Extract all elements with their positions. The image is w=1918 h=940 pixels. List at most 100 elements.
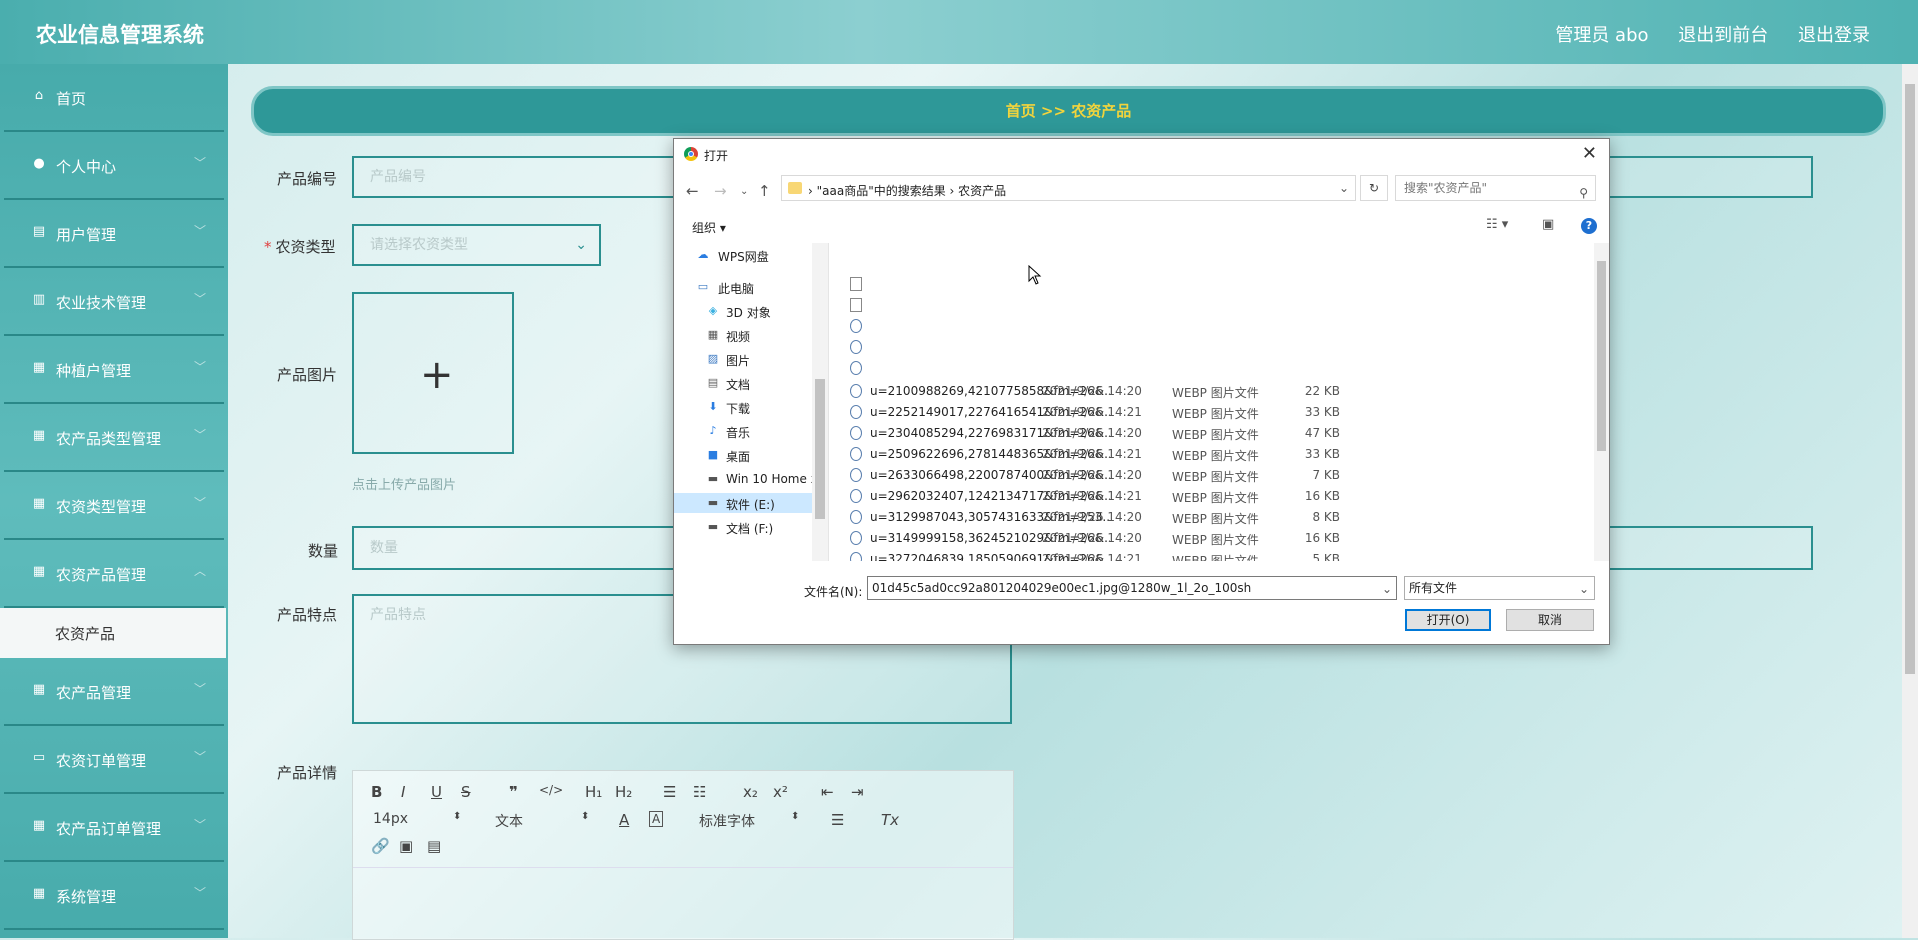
video-icon[interactable]: ▤ bbox=[427, 837, 441, 855]
outdent-icon[interactable]: ⇤ bbox=[821, 783, 834, 801]
file-icon[interactable] bbox=[850, 277, 862, 291]
filename-input[interactable]: 01d45c5ad0cc92a801204029e00ec1.jpg@1280w… bbox=[867, 576, 1397, 600]
underline-icon[interactable]: U bbox=[431, 783, 442, 801]
tree-item-pictures[interactable]: ▨ 图片 bbox=[674, 349, 812, 369]
file-row[interactable]: u=2100988269,4210775858&fm=26&... 2021/9/… bbox=[830, 381, 1594, 401]
search-input[interactable]: 搜索"农资产品" ⚲ bbox=[1395, 175, 1596, 201]
strike-icon[interactable]: S bbox=[461, 783, 471, 801]
image-file-icon[interactable] bbox=[850, 361, 862, 375]
link-icon[interactable]: 🔗 bbox=[371, 837, 390, 855]
filetype-select[interactable]: 所有文件 ⌄ bbox=[1404, 576, 1595, 600]
image-icon[interactable]: ▣ bbox=[399, 837, 413, 855]
italic-icon[interactable]: I bbox=[401, 783, 405, 801]
tree-item-win10[interactable]: ▬ Win 10 Home x bbox=[674, 469, 818, 489]
files-scrollbar[interactable] bbox=[1594, 243, 1609, 561]
heading1-icon[interactable]: H₁ bbox=[585, 783, 602, 801]
document-icon: ▤ bbox=[32, 224, 46, 239]
heading2-icon[interactable]: H₂ bbox=[615, 783, 632, 801]
tree-item-documents[interactable]: ▤ 文档 bbox=[674, 373, 812, 393]
scrollbar-thumb[interactable] bbox=[1905, 84, 1915, 674]
sidebar-item-home[interactable]: ⌂ 首页 bbox=[4, 64, 224, 132]
sidebar-item-product-orders[interactable]: ▦ 农产品订单管理 ﹀ bbox=[4, 794, 224, 862]
sidebar-item-growers[interactable]: ▦ 种植户管理 ﹀ bbox=[4, 336, 224, 404]
rich-text-editor[interactable]: B I U S ❞ </> H₁ H₂ ☰ ☷ x₂ x² ⇤ ⇥ 14px ⬍… bbox=[352, 770, 1014, 940]
chevron-down-icon[interactable]: ⌄ bbox=[1339, 181, 1349, 195]
tree-scrollbar[interactable] bbox=[812, 243, 828, 561]
sidebar-item-supply-orders[interactable]: ▭ 农资订单管理 ﹀ bbox=[4, 726, 224, 794]
view-options-icon[interactable]: ☷ ▾ bbox=[1486, 217, 1508, 232]
font-family-select[interactable]: 标准字体 bbox=[699, 811, 755, 831]
font-color-icon[interactable]: A bbox=[619, 811, 629, 829]
sidebar-item-label: 农资类型管理 bbox=[56, 498, 147, 516]
chevron-down-icon[interactable]: ⌄ bbox=[1382, 578, 1392, 600]
top-nav: 管理员 abo 退出到前台 退出登录 bbox=[1531, 21, 1870, 47]
help-icon[interactable]: ? bbox=[1581, 218, 1597, 234]
tree-item-drive-f[interactable]: ▬ 文档 (F:) bbox=[674, 517, 812, 537]
sidebar-item-profile[interactable]: ● 个人中心 ﹀ bbox=[4, 132, 224, 200]
tree-item-wps[interactable]: ☁ WPS网盘 bbox=[674, 245, 812, 265]
dialog-titlebar: 打开 ✕ bbox=[674, 139, 1609, 169]
image-uploader[interactable]: + bbox=[352, 292, 514, 454]
quote-icon[interactable]: ❞ bbox=[509, 783, 518, 801]
file-row[interactable]: u=2252149017,2276416541&fm=26&... 2021/9/… bbox=[830, 402, 1594, 422]
bullet-list-icon[interactable]: ☷ bbox=[693, 783, 706, 801]
up-arrow-icon[interactable]: ↑ bbox=[758, 182, 771, 200]
sidebar-subitem-label: 农资产品 bbox=[55, 625, 116, 643]
close-icon[interactable]: ✕ bbox=[1582, 143, 1597, 164]
file-icon[interactable] bbox=[850, 298, 862, 312]
logout-link[interactable]: 退出登录 bbox=[1798, 25, 1870, 46]
page-scrollbar[interactable] bbox=[1902, 64, 1918, 938]
sidebar-item-product-types[interactable]: ▦ 农产品类型管理 ﹀ bbox=[4, 404, 224, 472]
tree-item-this-pc[interactable]: ▭ 此电脑 bbox=[674, 277, 812, 297]
image-file-icon[interactable] bbox=[850, 340, 862, 354]
chevron-updown-icon: ⬍ bbox=[791, 811, 800, 822]
file-row[interactable]: u=3272046839,1850590691&fm=26&... 2021/9/… bbox=[830, 549, 1594, 561]
organize-menu[interactable]: 组织 ▾ bbox=[692, 219, 726, 236]
file-row[interactable]: u=2304085294,2276983171&fm=26&... 2021/9/… bbox=[830, 423, 1594, 443]
file-row[interactable]: u=2633066498,2200787400&fm=26&... 2021/9/… bbox=[830, 465, 1594, 485]
tree-item-3d[interactable]: ◈ 3D 对象 bbox=[674, 301, 812, 321]
sidebar-item-supply-products[interactable]: ▦ 农资产品管理 ︿ bbox=[4, 540, 224, 608]
indent-icon[interactable]: ⇥ bbox=[851, 783, 864, 801]
sidebar-item-agri-tech[interactable]: ▥ 农业技术管理 ﹀ bbox=[4, 268, 224, 336]
scrollbar-thumb[interactable] bbox=[1597, 261, 1606, 451]
scrollbar-thumb[interactable] bbox=[815, 379, 825, 519]
clear-format-icon[interactable]: Tx bbox=[881, 811, 899, 829]
cancel-button[interactable]: 取消 bbox=[1506, 609, 1594, 631]
sidebar-item-agri-products[interactable]: ▦ 农产品管理 ﹀ bbox=[4, 658, 224, 726]
sidebar-item-supply-types[interactable]: ▦ 农资类型管理 ﹀ bbox=[4, 472, 224, 540]
sidebar-item-system[interactable]: ▦ 系统管理 ﹀ bbox=[4, 862, 224, 930]
tree-item-drive-e[interactable]: ▬ 软件 (E:) bbox=[674, 493, 812, 513]
refresh-button[interactable]: ↻ bbox=[1360, 175, 1388, 201]
sidebar-item-users[interactable]: ▤ 用户管理 ﹀ bbox=[4, 200, 224, 268]
tree-item-music[interactable]: ♪ 音乐 bbox=[674, 421, 812, 441]
bold-icon[interactable]: B bbox=[371, 783, 382, 801]
background-color-icon[interactable]: A bbox=[649, 811, 664, 827]
file-row[interactable]: u=2509622696,2781448365&fm=26&... 2021/9/… bbox=[830, 444, 1594, 464]
back-to-front-link[interactable]: 退出到前台 bbox=[1678, 25, 1768, 46]
history-chevron-icon[interactable]: ⌄ bbox=[740, 186, 748, 197]
align-icon[interactable]: ☰ bbox=[831, 811, 844, 829]
superscript-icon[interactable]: x² bbox=[773, 783, 788, 801]
file-row[interactable]: u=3129987043,3057431633&fm=253... 2021/9/… bbox=[830, 507, 1594, 527]
file-row[interactable]: u=3149999158,3624521029&fm=26&... 2021/9/… bbox=[830, 528, 1594, 548]
forward-arrow-icon[interactable]: → bbox=[714, 182, 727, 200]
ordered-list-icon[interactable]: ☰ bbox=[663, 783, 676, 801]
subscript-icon[interactable]: x₂ bbox=[743, 783, 758, 801]
supply-type-select[interactable]: 请选择农资类型 ⌄ bbox=[352, 224, 601, 266]
admin-link[interactable]: 管理员 abo bbox=[1555, 25, 1648, 46]
code-icon[interactable]: </> bbox=[539, 783, 563, 797]
address-bar[interactable]: › "aaa商品"中的搜索结果 › 农资产品 ⌄ bbox=[781, 175, 1356, 201]
text-style-select[interactable]: 文本 bbox=[495, 811, 523, 831]
file-row[interactable]: u=2962032407,1242134717&fm=26&... 2021/9/… bbox=[830, 486, 1594, 506]
tree-item-downloads[interactable]: ⬇ 下载 bbox=[674, 397, 812, 417]
preview-pane-icon[interactable]: ▣ bbox=[1542, 217, 1554, 232]
open-button[interactable]: 打开(O) bbox=[1405, 609, 1491, 631]
tree-item-desktop[interactable]: ■ 桌面 bbox=[674, 445, 812, 465]
font-size-select[interactable]: 14px bbox=[373, 811, 408, 827]
tree-item-video[interactable]: ▦ 视频 bbox=[674, 325, 812, 345]
image-file-icon[interactable] bbox=[850, 319, 862, 333]
sidebar-subitem-supply-products[interactable]: 农资产品 bbox=[0, 608, 226, 658]
back-arrow-icon[interactable]: ← bbox=[686, 182, 699, 200]
sidebar-item-label: 农资订单管理 bbox=[56, 752, 147, 770]
